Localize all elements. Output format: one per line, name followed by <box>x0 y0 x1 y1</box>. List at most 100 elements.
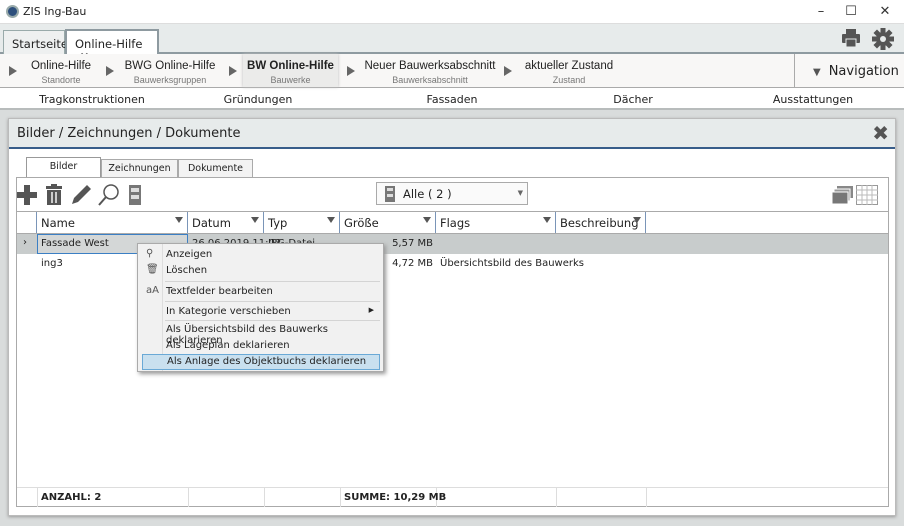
menu-item-lageplan[interactable]: Als Lageplan deklarieren <box>142 338 380 354</box>
title-bar: ZIS Ing-Bau – ☐ ✕ <box>0 0 904 24</box>
menu-item-in-kategorie-verschieben[interactable]: In Kategorie verschieben ▶ <box>142 304 380 320</box>
navigation-label: Navigation <box>828 64 899 79</box>
breadcrumb-title: aktueller Zustand <box>524 60 614 72</box>
category-fassaden[interactable]: Fassaden <box>427 93 478 106</box>
app-logo-icon <box>6 5 19 18</box>
trash-icon: 🗑 <box>146 264 159 275</box>
tab-strip: Startseite Online-Hilfe ✖ <box>0 24 904 66</box>
breadcrumb-bauwerksgruppen[interactable]: BWG Online-Hilfe Bauwerksgruppen <box>118 54 222 87</box>
minimize-button[interactable]: – <box>806 2 836 22</box>
breadcrumb-arrow-icon <box>9 66 17 76</box>
expander-header <box>17 212 37 233</box>
panel-header: Bilder / Zeichnungen / Dokumente ✖ <box>9 119 895 149</box>
menu-item-anzeigen[interactable]: ⚲ Anzeigen <box>142 247 380 263</box>
breadcrumb-zustand[interactable]: aktueller Zustand Zustand <box>514 54 624 87</box>
column-header-name[interactable]: Name <box>37 212 188 233</box>
tab-startseite[interactable]: Startseite <box>3 30 68 54</box>
filter-icon[interactable] <box>423 217 431 223</box>
breadcrumb-bauwerksabschnitt[interactable]: Neuer Bauwerksabschnitt Bauwerksabschnitt <box>360 54 500 87</box>
breadcrumb-standorte[interactable]: Online-Hilfe Standorte <box>22 54 100 87</box>
menu-label: Löschen <box>166 265 208 276</box>
breadcrumb-subtitle: Bauwerksabschnitt <box>392 75 468 85</box>
caret-down-icon: ▼ <box>813 67 821 78</box>
menu-separator <box>165 301 380 302</box>
filter-icon[interactable] <box>327 217 335 223</box>
breadcrumb-arrow-icon <box>504 66 512 76</box>
category-ausstattungen[interactable]: Ausstattungen <box>773 93 853 106</box>
trash-icon[interactable] <box>42 183 66 207</box>
menu-item-textfelder-bearbeiten[interactable]: aA Textfelder bearbeiten <box>142 284 380 300</box>
tab-online-hilfe[interactable]: Online-Hilfe ✖ <box>65 29 159 66</box>
breadcrumb-arrow-icon <box>347 66 355 76</box>
breadcrumb-bauwerke[interactable]: BW Online-Hilfe Bauwerke <box>243 54 338 87</box>
tab-dokumente[interactable]: Dokumente <box>178 159 253 177</box>
breadcrumb: Online-Hilfe Standorte BWG Online-Hilfe Ba… <box>0 54 904 88</box>
add-icon[interactable] <box>15 183 39 207</box>
column-header-flags[interactable]: Flags <box>436 212 556 233</box>
text-edit-icon: aA <box>146 285 159 296</box>
grid-footer: ANZAHL: 2 SUMME: 10,29 MB <box>17 487 888 507</box>
file-cabinet-icon <box>385 186 395 202</box>
menu-item-uebersichtsbild[interactable]: Als Übersichtsbild des Bauwerks deklarie… <box>142 322 380 346</box>
close-window-button[interactable]: ✕ <box>870 2 900 22</box>
breadcrumb-subtitle: Zustand <box>552 75 586 85</box>
context-menu: ⚲ Anzeigen 🗑 Löschen aA Textfelder bearbeit… <box>137 243 384 372</box>
table-view-icon[interactable] <box>856 185 878 205</box>
menu-label: In Kategorie verschieben <box>166 306 291 317</box>
submenu-arrow-icon: ▶ <box>368 306 374 314</box>
maximize-button[interactable]: ☐ <box>836 2 866 22</box>
category-gruendungen[interactable]: Gründungen <box>224 93 293 106</box>
column-header-groesse[interactable]: Größe <box>340 212 436 233</box>
breadcrumb-arrow-icon <box>106 66 114 76</box>
column-label: Typ <box>268 216 288 230</box>
breadcrumb-subtitle: Standorte <box>41 75 81 85</box>
category-filter-dropdown[interactable]: Alle ( 2 ) ▼ <box>376 182 528 205</box>
close-panel-icon[interactable]: ✖ <box>872 121 889 145</box>
chevron-down-icon: ▼ <box>517 189 523 197</box>
column-label: Name <box>41 216 75 230</box>
column-header-typ[interactable]: Typ <box>264 212 340 233</box>
gallery-view-icon[interactable] <box>832 185 854 205</box>
menu-label: Textfelder bearbeiten <box>166 286 273 297</box>
filter-icon[interactable] <box>175 217 183 223</box>
cell-flags: Übersichtsbild des Bauwerks <box>440 258 584 269</box>
panel-title: Bilder / Zeichnungen / Dokumente <box>17 126 241 141</box>
menu-separator <box>165 320 380 321</box>
menu-item-loeschen[interactable]: 🗑 Löschen <box>142 263 380 279</box>
column-label: Flags <box>440 216 471 230</box>
row-expander-icon[interactable]: › <box>23 237 27 248</box>
column-header-beschreibung[interactable]: Beschreibung <box>556 212 646 233</box>
filter-icon[interactable] <box>543 217 551 223</box>
size-sum: SUMME: 10,29 MB <box>344 492 447 503</box>
tab-label: Online-Hilfe <box>75 37 143 51</box>
cell-name: ing3 <box>41 258 63 269</box>
menu-separator <box>165 281 380 282</box>
breadcrumb-title: BWG Online-Hilfe <box>124 60 216 72</box>
edit-pencil-icon[interactable] <box>69 183 93 207</box>
row-count: ANZAHL: 2 <box>41 492 102 503</box>
category-daecher[interactable]: Dächer <box>613 93 653 106</box>
menu-label: Als Anlage des Objektbuchs deklarieren <box>167 356 367 367</box>
column-header-datum[interactable]: Datum <box>188 212 264 233</box>
breadcrumb-subtitle: Bauwerke <box>270 75 311 85</box>
settings-gear-icon[interactable] <box>872 28 894 50</box>
tab-zeichnungen[interactable]: Zeichnungen <box>101 159 178 177</box>
breadcrumb-title: Online-Hilfe <box>30 60 92 72</box>
print-icon[interactable] <box>841 28 861 48</box>
filter-icon[interactable] <box>251 217 259 223</box>
file-cabinet-icon[interactable] <box>123 183 147 207</box>
navigation-button[interactable]: ▼ Navigation <box>794 54 904 88</box>
column-label: Datum <box>192 216 231 230</box>
filter-icon[interactable] <box>633 217 641 223</box>
window-title: ZIS Ing-Bau <box>23 5 87 18</box>
menu-item-anlage-objektbuch[interactable]: Als Anlage des Objektbuchs deklarieren <box>142 354 380 370</box>
magnifier-icon: ⚲ <box>146 248 154 259</box>
tab-label: Startseite <box>12 37 68 51</box>
search-icon[interactable] <box>97 183 121 207</box>
cell-name: Fassade West <box>41 238 109 249</box>
menu-label: Anzeigen <box>166 249 213 260</box>
tab-bilder[interactable]: Bilder <box>26 157 101 178</box>
column-label: Größe <box>344 216 379 230</box>
dropdown-value: Alle ( 2 ) <box>403 187 452 201</box>
category-tragkonstruktionen[interactable]: Tragkonstruktionen <box>39 93 145 106</box>
